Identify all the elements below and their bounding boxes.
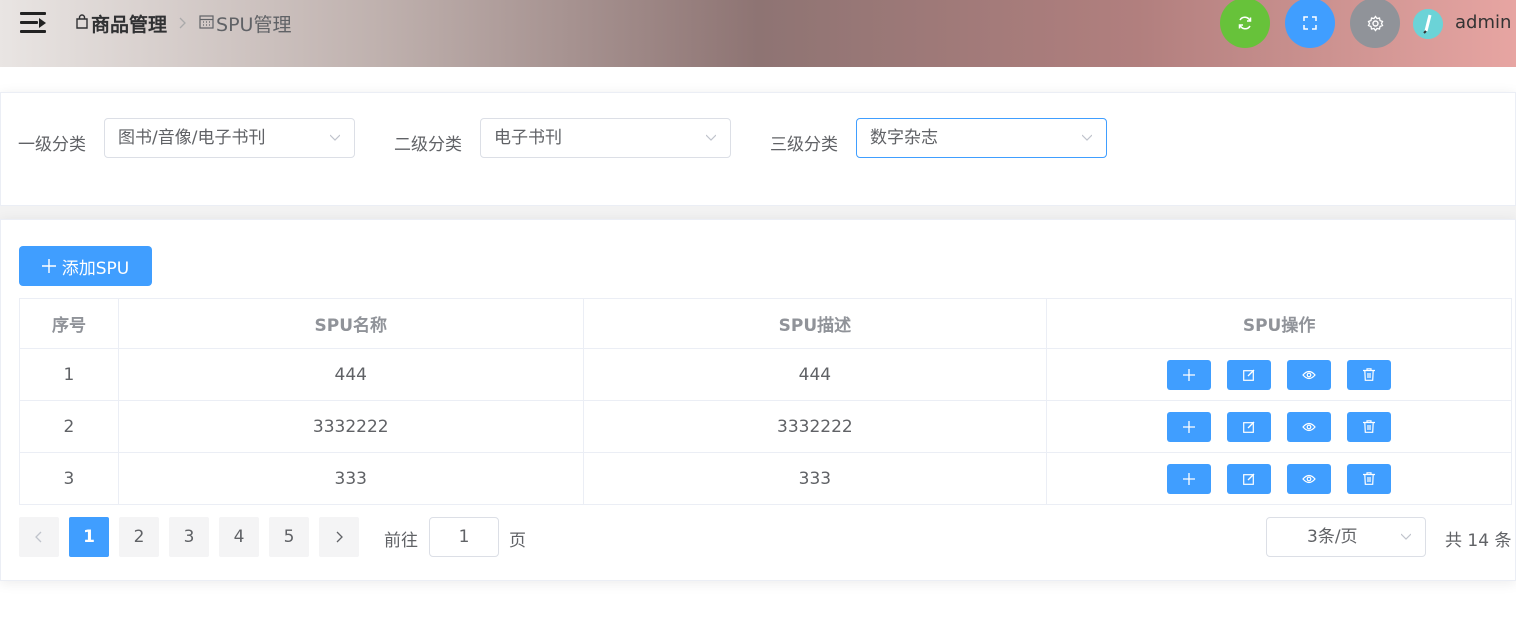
cell-actions [1046, 400, 1512, 453]
category-filter-card: 一级分类 图书/音像/电子书刊 二级分类 电子书刊 三级分类 数字杂志 [0, 92, 1516, 206]
category1-select[interactable]: 图书/音像/电子书刊 [104, 118, 355, 158]
pagination: 1 2 3 4 5 前往 1 页 3条/页 共 14 条 [19, 517, 1516, 557]
refresh-button[interactable] [1220, 0, 1270, 48]
username[interactable]: admin [1455, 12, 1511, 33]
column-header-name: SPU名称 [117, 298, 584, 349]
breadcrumb-label: 商品管理 [91, 14, 168, 36]
edit-spu-button[interactable] [1227, 411, 1272, 442]
delete-spu-button[interactable] [1347, 359, 1392, 390]
cell-index: 1 [19, 348, 119, 401]
total-count: 共 14 条 [1445, 531, 1512, 551]
shopping-bag-icon [75, 14, 89, 33]
add-sku-button[interactable] [1167, 463, 1212, 494]
trash-icon [1363, 472, 1376, 485]
add-sku-button[interactable] [1167, 411, 1212, 442]
edit-spu-button[interactable] [1227, 463, 1272, 494]
avatar-icon [1413, 9, 1443, 39]
eye-icon [1302, 474, 1316, 483]
plus-icon [1183, 420, 1196, 433]
section-divider [0, 206, 1516, 220]
next-page-button[interactable] [319, 517, 359, 557]
category3-select[interactable]: 数字杂志 [856, 118, 1107, 158]
category2-select[interactable]: 电子书刊 [480, 118, 731, 158]
breadcrumb-separator-icon [179, 15, 187, 33]
table-row: 3 333 333 [19, 452, 1512, 505]
cell-actions [1046, 348, 1512, 401]
category2-label: 二级分类 [394, 135, 462, 155]
column-header-actions: SPU操作 [1046, 298, 1512, 349]
column-header-desc: SPU描述 [582, 298, 1048, 349]
goto-prefix: 前往 [384, 531, 418, 551]
top-header: 商品管理 SPU管理 admin [0, 0, 1516, 67]
spu-table: 序号 SPU名称 SPU描述 SPU操作 1 444 444 2 3332222… [19, 298, 1512, 505]
breadcrumb: 商品管理 SPU管理 [75, 10, 291, 37]
breadcrumb-item-spu: SPU管理 [199, 10, 291, 37]
category1-value: 图书/音像/电子书刊 [118, 128, 266, 148]
fullscreen-button[interactable] [1285, 0, 1335, 48]
cell-desc: 444 [582, 348, 1048, 401]
cell-name: 3332222 [117, 400, 584, 453]
chevron-right-icon [336, 531, 343, 543]
delete-spu-button[interactable] [1347, 411, 1392, 442]
page-size-select[interactable]: 3条/页 [1266, 517, 1426, 557]
plus-icon [1183, 368, 1196, 381]
category3-value: 数字杂志 [870, 128, 938, 148]
add-spu-label: 添加SPU [61, 258, 130, 279]
calendar-icon [199, 14, 214, 33]
plus-icon [41, 259, 56, 273]
view-sku-button[interactable] [1287, 463, 1332, 494]
cell-index: 3 [19, 452, 119, 505]
page-size-value: 3条/页 [1307, 527, 1358, 547]
cell-name: 444 [117, 348, 584, 401]
table-row: 2 3332222 3332222 [19, 400, 1512, 453]
trash-icon [1363, 368, 1376, 381]
page-3-button[interactable]: 3 [169, 517, 209, 557]
category2-value: 电子书刊 [494, 128, 562, 148]
view-sku-button[interactable] [1287, 359, 1332, 390]
refresh-icon [1238, 16, 1252, 30]
column-header-index: 序号 [19, 298, 119, 349]
table-header-row: 序号 SPU名称 SPU描述 SPU操作 [19, 298, 1512, 349]
edit-spu-button[interactable] [1227, 359, 1272, 390]
table-row: 1 444 444 [19, 348, 1512, 401]
chevron-left-icon [35, 531, 42, 543]
category3-label: 三级分类 [770, 135, 838, 155]
eye-icon [1302, 422, 1316, 431]
eye-icon [1302, 370, 1316, 379]
prev-page-button[interactable] [19, 517, 59, 557]
chevron-down-icon [330, 134, 340, 141]
page-5-button[interactable]: 5 [269, 517, 309, 557]
cell-index: 2 [19, 400, 119, 453]
chevron-down-icon [706, 134, 716, 141]
gear-icon [1367, 14, 1383, 32]
delete-spu-button[interactable] [1347, 463, 1392, 494]
chevron-down-icon [1401, 533, 1411, 540]
goto-page-input[interactable]: 1 [429, 517, 499, 557]
add-sku-button[interactable] [1167, 359, 1212, 390]
fullscreen-icon [1303, 16, 1317, 30]
cell-name: 333 [117, 452, 584, 505]
goto-suffix: 页 [509, 531, 526, 551]
add-spu-button[interactable]: 添加SPU [19, 246, 152, 286]
category1-label: 一级分类 [18, 135, 86, 155]
spu-list-card: 添加SPU 序号 SPU名称 SPU描述 SPU操作 1 444 444 2 3… [0, 219, 1516, 581]
edit-icon [1243, 473, 1255, 485]
page-1-button[interactable]: 1 [69, 517, 109, 557]
edit-icon [1243, 369, 1255, 381]
cell-desc: 333 [582, 452, 1048, 505]
page-4-button[interactable]: 4 [219, 517, 259, 557]
plus-icon [1183, 472, 1196, 485]
chevron-down-icon [1082, 134, 1092, 141]
menu-fold-icon[interactable] [20, 12, 46, 34]
cell-desc: 3332222 [582, 400, 1048, 453]
trash-icon [1363, 420, 1376, 433]
settings-button[interactable] [1350, 0, 1400, 48]
edit-icon [1243, 421, 1255, 433]
page-2-button[interactable]: 2 [119, 517, 159, 557]
breadcrumb-label: SPU管理 [216, 14, 292, 36]
cell-actions [1046, 452, 1512, 505]
breadcrumb-item-goods[interactable]: 商品管理 [75, 10, 167, 37]
view-sku-button[interactable] [1287, 411, 1332, 442]
avatar[interactable] [1413, 9, 1443, 39]
